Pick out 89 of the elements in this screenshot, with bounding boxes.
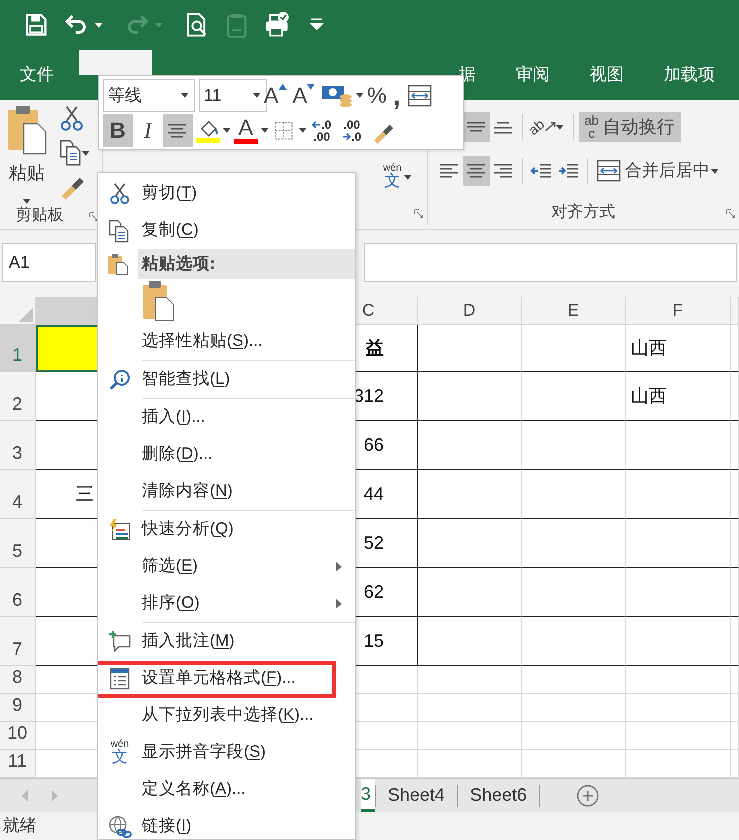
row-header[interactable]: 5 [0, 519, 36, 568]
row-header[interactable]: 11 [0, 750, 36, 778]
add-sheet-icon[interactable] [576, 784, 600, 808]
caret-icon [82, 150, 90, 156]
decrease-decimal-button[interactable]: .00 .0 [337, 114, 367, 147]
menu-item[interactable]: 链接(I) [98, 808, 355, 839]
scissors-icon [108, 182, 132, 206]
merge-icon [596, 158, 622, 184]
caret-icon [556, 124, 564, 130]
clipboard-icon [6, 104, 48, 156]
dialog-launcher-icon[interactable] [414, 209, 424, 219]
search-icon [108, 368, 132, 392]
row-header[interactable]: 3 [0, 421, 36, 470]
caret-icon[interactable] [94, 22, 104, 28]
indent-increase-icon [556, 163, 580, 179]
status-text: 就绪 [3, 815, 37, 838]
merge-center-button[interactable]: 合并后居中 [593, 156, 713, 186]
italic-button[interactable]: I [133, 114, 163, 147]
sheet-tab[interactable]: Sheet4 [376, 779, 458, 812]
dialog-launcher-icon[interactable] [726, 209, 736, 219]
phonetic-guide-button[interactable]: wén 文 [379, 160, 406, 194]
comma-style-button[interactable]: , [390, 79, 404, 112]
caret-icon[interactable] [261, 128, 269, 133]
formula-input[interactable] [364, 243, 737, 282]
percent-button[interactable]: % [364, 79, 390, 112]
caret-icon [404, 174, 412, 180]
arrow-icon [312, 121, 322, 130]
list-icon [108, 666, 132, 690]
indent-decrease-icon [530, 163, 554, 179]
sheet-tab[interactable]: 3 [361, 779, 376, 812]
globe-link-icon [108, 814, 132, 838]
name-box[interactable]: A1 [2, 243, 96, 282]
increase-decimal-button[interactable]: .0 .00 [307, 114, 337, 147]
menu-item[interactable]: 剪切(T) [98, 175, 355, 212]
group-label: 对齐方式 [552, 202, 616, 222]
caret-icon[interactable] [181, 93, 189, 98]
paste-button[interactable]: 粘贴 [0, 104, 54, 204]
menu-heading: 粘贴选项: [138, 249, 355, 279]
caret-icon [23, 199, 31, 204]
row-header[interactable]: 10 [0, 722, 36, 750]
row-header[interactable]: 4 [0, 470, 36, 519]
shrink-font-button[interactable]: A [290, 79, 318, 112]
down-triangle-icon [307, 84, 316, 90]
bold-button[interactable]: B [103, 114, 133, 147]
center-button[interactable] [163, 114, 193, 147]
font-color-button[interactable]: A [231, 114, 261, 147]
table-cell: 山西 [626, 325, 731, 372]
orientation-button[interactable]: ab [528, 112, 558, 142]
row-header[interactable]: 1 [0, 325, 36, 372]
row-header[interactable]: 6 [0, 568, 36, 617]
menu-item[interactable]: 复制(C) [98, 212, 355, 249]
caret-icon [711, 168, 719, 174]
group-label: 剪贴板 [16, 206, 64, 226]
dialog-launcher-icon[interactable] [89, 212, 99, 222]
caret-icon[interactable] [299, 128, 307, 133]
up-triangle-icon [278, 84, 287, 90]
align-middle-button[interactable] [463, 112, 490, 142]
sheet-tab[interactable]: Sheet6 [458, 779, 540, 812]
menu-item[interactable]: 定义名称(A)... [98, 771, 355, 808]
row-header[interactable]: 7 [0, 617, 36, 666]
row-header[interactable]: 9 [0, 694, 36, 722]
column-header[interactable]: E [522, 297, 626, 325]
column-header[interactable]: F [626, 297, 731, 325]
merge-icon [406, 82, 433, 108]
menu-item[interactable]: 从下拉列表中选择(K)... [98, 697, 355, 734]
caret-icon[interactable] [253, 93, 261, 98]
comment-icon [108, 630, 132, 654]
align-center-button[interactable] [463, 156, 490, 186]
paste-option-icon[interactable] [142, 280, 176, 322]
ribbon-tab[interactable]: 文件 [0, 50, 74, 100]
chart-icon [108, 518, 132, 542]
row-header[interactable]: 2 [0, 372, 36, 421]
caret-icon[interactable] [223, 128, 231, 133]
ribbon-tab[interactable]: 审阅 [496, 50, 570, 100]
ribbon-tab[interactable]: 加载项 [644, 50, 735, 100]
table-cell: 山西 [626, 372, 731, 421]
caret-icon[interactable] [356, 93, 364, 98]
column-header[interactable]: D [418, 297, 522, 325]
font-name-field[interactable]: 等线 [103, 79, 195, 112]
arrow-icon [544, 121, 557, 133]
printer-icon[interactable] [264, 12, 290, 38]
phonetic-icon: wén 文 [110, 740, 130, 766]
save-icon[interactable] [24, 12, 50, 38]
cut-icon[interactable] [58, 104, 86, 134]
row-header[interactable]: 8 [0, 666, 36, 694]
borders-icon [273, 120, 295, 142]
arrow-icon [342, 133, 352, 142]
ribbon-tab[interactable]: 视图 [570, 50, 644, 100]
clipboard-icon [106, 252, 130, 276]
